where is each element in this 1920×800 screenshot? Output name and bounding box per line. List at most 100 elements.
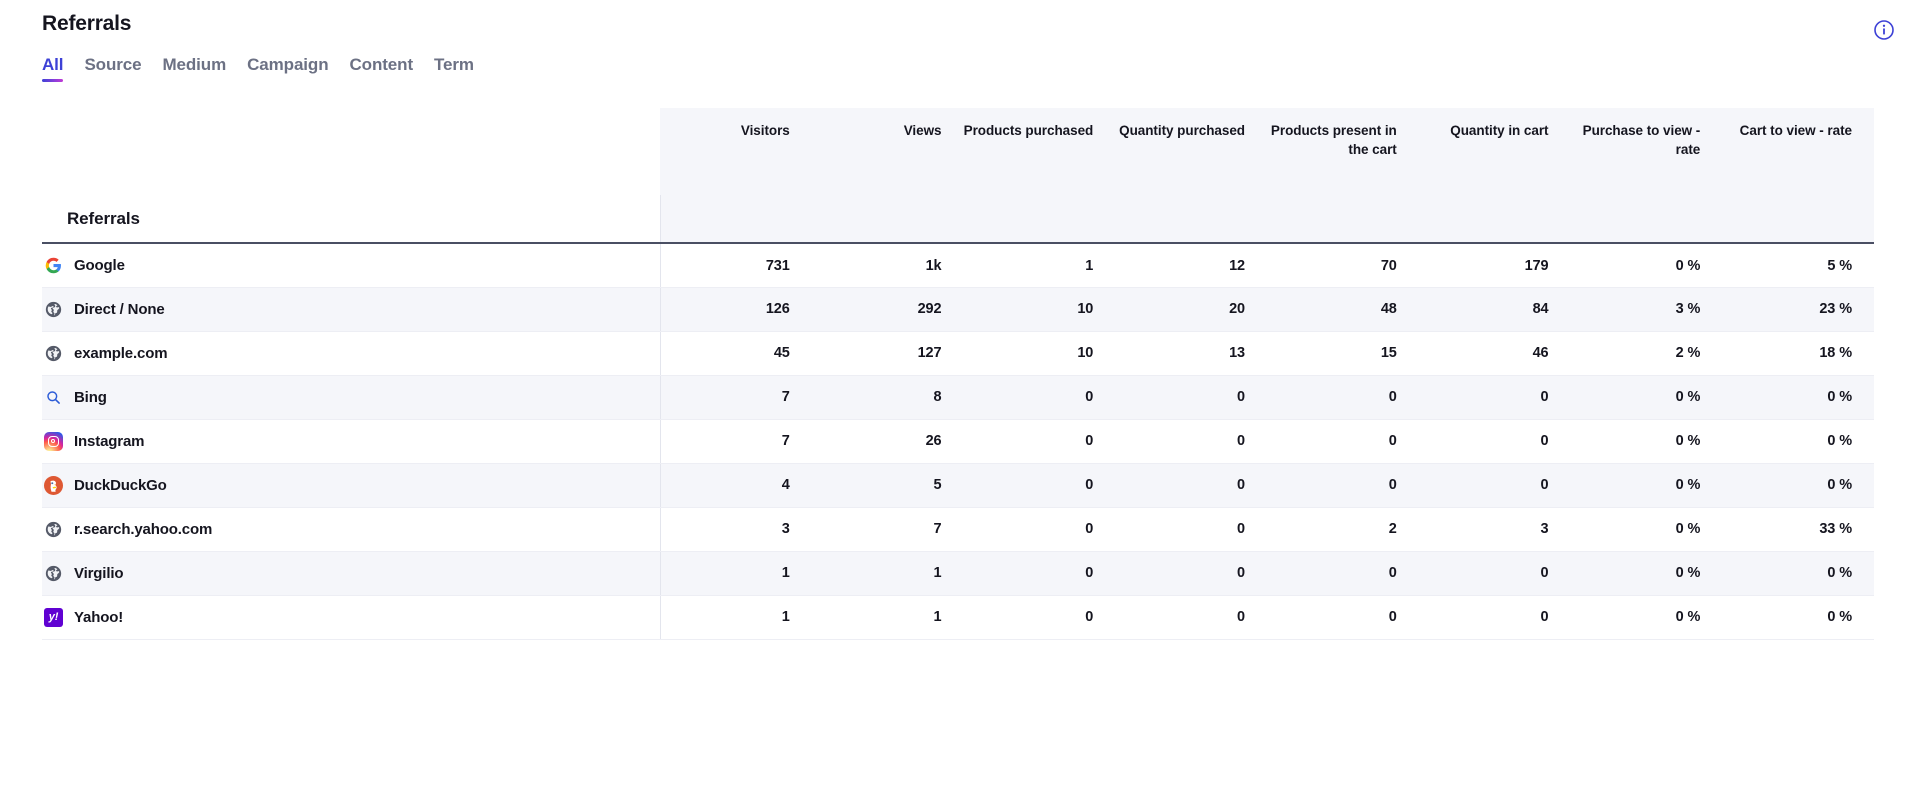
tab-medium[interactable]: Medium — [162, 55, 242, 84]
row-label-text: Virgilio — [74, 564, 124, 582]
cell-quantity-in-cart: 0 — [1418, 551, 1571, 596]
table-row[interactable]: Virgilio 1 1 0 0 0 0 0 % 0 % — [42, 551, 1874, 596]
cell-views: 1k — [811, 243, 964, 288]
cell-quantity-in-cart: 179 — [1418, 243, 1571, 288]
cell-products-present-in-cart: 0 — [1267, 595, 1419, 640]
row-label-text: Yahoo! — [74, 608, 124, 626]
column-header-visitors[interactable]: Visitors — [660, 108, 812, 196]
cell-products-present-in-cart: 0 — [1267, 463, 1419, 508]
cell-cart-to-view-rate: 0 % — [1722, 463, 1874, 508]
row-label-text: DuckDuckGo — [74, 476, 167, 494]
cell-quantity-purchased: 0 — [1115, 375, 1267, 420]
cell-purchase-to-view-rate: 0 % — [1570, 551, 1723, 596]
column-header-products-present-in-cart[interactable]: Products present in the cart — [1267, 108, 1419, 196]
group-spacer — [660, 195, 812, 245]
cell-products-present-in-cart: 0 — [1267, 551, 1419, 596]
column-header-products-purchased[interactable]: Products purchased — [963, 108, 1116, 196]
cell-quantity-in-cart: 84 — [1418, 287, 1571, 332]
globe-icon — [44, 520, 63, 539]
info-circle-icon[interactable] — [1870, 16, 1898, 44]
row-label-text: Direct / None — [74, 300, 165, 318]
cell-cart-to-view-rate: 0 % — [1722, 551, 1874, 596]
referrals-table-container: Visitors Views Products purchased Quanti… — [42, 108, 1874, 640]
column-header-cart-to-view-rate[interactable]: Cart to view - rate — [1722, 108, 1874, 196]
cell-purchase-to-view-rate: 0 % — [1570, 419, 1723, 464]
column-header-quantity-purchased[interactable]: Quantity purchased — [1115, 108, 1267, 196]
table-row[interactable]: Instagram 7 26 0 0 0 0 0 % 0 % — [42, 419, 1874, 464]
cell-purchase-to-view-rate: 0 % — [1570, 375, 1723, 420]
column-header-quantity-in-cart[interactable]: Quantity in cart — [1418, 108, 1571, 196]
cell-quantity-in-cart: 46 — [1418, 331, 1571, 376]
row-label-text: example.com — [74, 344, 168, 362]
globe-icon — [44, 300, 63, 319]
cell-cart-to-view-rate: 0 % — [1722, 595, 1874, 640]
tab-all[interactable]: All — [42, 55, 79, 84]
table-body: Referrals Google 731 1k 1 12 70 179 0 % … — [42, 195, 1874, 640]
row-label-cell: r.search.yahoo.com — [42, 507, 661, 552]
cell-quantity-purchased: 20 — [1115, 287, 1267, 332]
cell-views: 1 — [811, 595, 964, 640]
tab-bar: All Source Medium Campaign Content Term — [42, 55, 495, 84]
cell-products-purchased: 0 — [963, 551, 1116, 596]
tab-label: Content — [349, 55, 414, 74]
page-title: Referrals — [42, 12, 132, 35]
tab-term[interactable]: Term — [434, 55, 490, 84]
row-label-text: Bing — [74, 388, 107, 406]
table-row[interactable]: Direct / None 126 292 10 20 48 84 3 % 23… — [42, 287, 1874, 332]
tab-source[interactable]: Source — [84, 55, 157, 84]
column-header-views[interactable]: Views — [811, 108, 964, 196]
row-label-text: Google — [74, 257, 125, 274]
cell-products-purchased: 10 — [963, 287, 1116, 332]
table-row[interactable]: y! Yahoo! 1 1 0 0 0 0 0 % 0 % — [42, 595, 1874, 640]
google-icon — [44, 256, 63, 275]
cell-visitors: 1 — [660, 551, 812, 596]
row-label-cell: example.com — [42, 331, 661, 376]
cell-products-purchased: 10 — [963, 331, 1116, 376]
row-label-text: Instagram — [74, 432, 145, 450]
table-row[interactable]: Bing 7 8 0 0 0 0 0 % 0 % — [42, 375, 1874, 420]
cell-visitors: 3 — [660, 507, 812, 552]
tab-content[interactable]: Content — [350, 55, 430, 84]
cell-cart-to-view-rate: 18 % — [1722, 331, 1874, 376]
table-row[interactable]: example.com 45 127 10 13 15 46 2 % 18 % — [42, 331, 1874, 376]
cell-quantity-purchased: 0 — [1115, 507, 1267, 552]
cell-quantity-purchased: 0 — [1115, 551, 1267, 596]
row-label-cell: Bing — [42, 375, 661, 420]
tab-label: Term — [434, 55, 474, 74]
cell-purchase-to-view-rate: 0 % — [1570, 463, 1723, 508]
cell-visitors: 45 — [660, 331, 812, 376]
group-spacer — [811, 195, 964, 245]
cell-visitors: 126 — [660, 287, 812, 332]
cell-views: 8 — [811, 375, 964, 420]
cell-products-purchased: 0 — [963, 507, 1116, 552]
table-row[interactable]: r.search.yahoo.com 3 7 0 0 2 3 0 % 33 % — [42, 507, 1874, 552]
cell-products-purchased: 1 — [963, 243, 1116, 288]
group-spacer — [1722, 195, 1874, 245]
cell-views: 1 — [811, 551, 964, 596]
group-spacer — [1267, 195, 1419, 245]
tab-label: All — [42, 55, 64, 74]
tab-label: Medium — [162, 55, 227, 74]
cell-products-present-in-cart: 70 — [1267, 243, 1419, 288]
cell-products-purchased: 0 — [963, 595, 1116, 640]
table-row[interactable]: Google 731 1k 1 12 70 179 0 % 5 % — [42, 243, 1874, 288]
column-header-purchase-to-view-rate[interactable]: Purchase to view - rate — [1570, 108, 1723, 196]
cell-cart-to-view-rate: 5 % — [1722, 243, 1874, 288]
row-label-cell: Direct / None — [42, 287, 661, 332]
row-label-cell: DuckDuckGo — [42, 463, 661, 508]
cell-views: 5 — [811, 463, 964, 508]
cell-products-present-in-cart: 15 — [1267, 331, 1419, 376]
cell-products-purchased: 0 — [963, 419, 1116, 464]
tab-campaign[interactable]: Campaign — [247, 55, 344, 84]
row-label-text: r.search.yahoo.com — [74, 520, 213, 538]
cell-quantity-in-cart: 3 — [1418, 507, 1571, 552]
referrals-table: Visitors Views Products purchased Quanti… — [42, 108, 1874, 640]
table-row[interactable]: DuckDuckGo 4 5 0 0 0 0 0 % 0 % — [42, 463, 1874, 508]
table-header: Visitors Views Products purchased Quanti… — [42, 108, 1874, 196]
row-label-cell: y! Yahoo! — [42, 595, 661, 640]
cell-purchase-to-view-rate: 0 % — [1570, 507, 1723, 552]
cell-views: 26 — [811, 419, 964, 464]
cell-products-present-in-cart: 0 — [1267, 419, 1419, 464]
cell-quantity-purchased: 0 — [1115, 463, 1267, 508]
table-header-row: Visitors Views Products purchased Quanti… — [42, 108, 1874, 196]
